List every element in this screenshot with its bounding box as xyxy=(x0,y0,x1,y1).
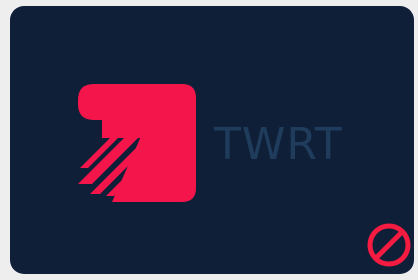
no-entry-icon[interactable] xyxy=(366,222,412,268)
brand-wordmark: TWRT xyxy=(214,119,343,170)
arrow-speed-logo-icon xyxy=(72,80,204,212)
app-card: TWRT xyxy=(10,6,414,274)
